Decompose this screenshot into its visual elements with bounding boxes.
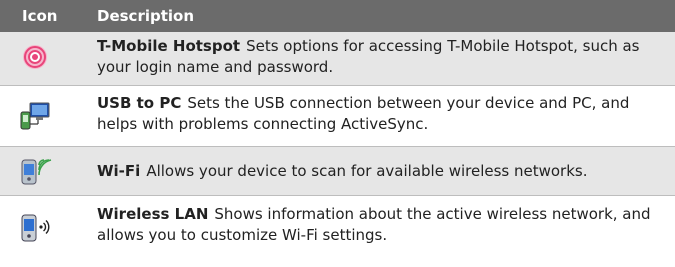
row-description: Wireless LAN Shows information about the … [97,204,662,246]
row-description: USB to PC Sets the USB connection between… [97,93,662,135]
usb-to-pc-icon [18,102,78,138]
row-title: T-Mobile Hotspot [97,37,241,55]
row-description: T-Mobile Hotspot Sets options for accessi… [97,36,662,78]
row-text: Allows your device to scan for available… [146,162,588,180]
table-row: USB to PC Sets the USB connection between… [0,86,675,146]
wifi-icon [18,155,78,193]
row-description: Wi-Fi Allows your device to scan for avai… [97,161,662,182]
table-row: T-Mobile Hotspot Sets options for accessi… [0,32,675,85]
row-title: USB to PC [97,94,182,112]
icon-column-header: Icon [22,7,58,25]
wireless-lan-icon [18,212,78,250]
table-header: Icon Description [0,0,675,32]
description-column-header: Description [97,7,195,25]
row-title: Wireless LAN [97,205,209,223]
hotspot-icon [18,42,78,78]
table-row: Wireless LAN Shows information about the … [0,196,675,267]
row-title: Wi-Fi [97,162,141,180]
table-row: Wi-Fi Allows your device to scan for avai… [0,147,675,195]
